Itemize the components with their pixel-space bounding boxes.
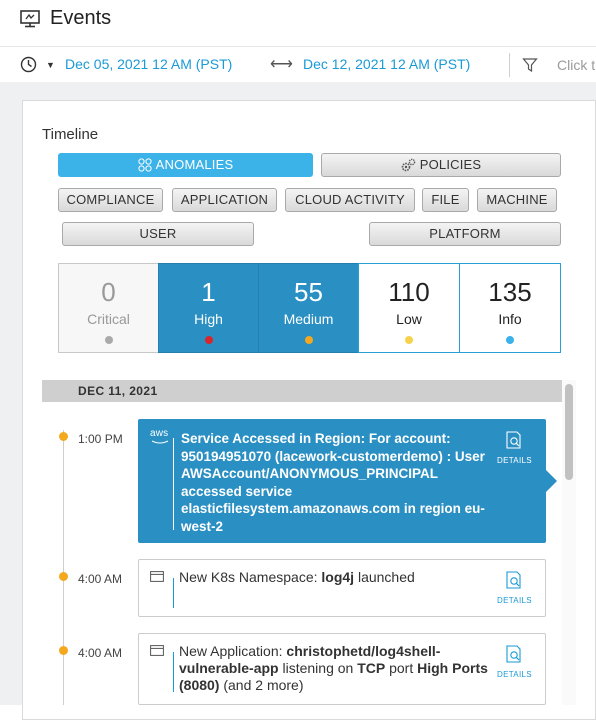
- day-header: DEC 11, 2021: [42, 380, 562, 402]
- start-date-picker[interactable]: Dec 05, 2021 12 AM (PST): [65, 56, 232, 72]
- event-card[interactable]: New K8s Namespace: log4j launched DETAIL…: [138, 559, 546, 617]
- details-label: DETAILS: [497, 596, 532, 605]
- card-divider: [173, 438, 174, 530]
- severity-info[interactable]: 135 Info: [459, 263, 561, 353]
- event-text-part: port: [385, 660, 418, 676]
- selection-pointer: [545, 469, 557, 493]
- details-icon: [506, 571, 521, 589]
- details-button[interactable]: DETAILS: [497, 430, 532, 465]
- event-card-selected[interactable]: aws Service Accessed in Region: For acco…: [138, 419, 557, 543]
- event-card[interactable]: New Application: christophetd/log4shell-…: [138, 633, 546, 705]
- severity-low[interactable]: 110 Low: [358, 263, 460, 353]
- severity-medium[interactable]: 55 Medium: [258, 263, 359, 353]
- event-marker: [59, 646, 68, 655]
- severity-count: 1: [201, 277, 216, 307]
- severity-count: 55: [294, 277, 323, 307]
- time-range-bar: ▼ Dec 05, 2021 12 AM (PST) ⟷ Dec 12, 202…: [0, 46, 596, 82]
- filter-user[interactable]: USER: [62, 222, 254, 246]
- details-icon: [506, 431, 521, 449]
- tab-policies[interactable]: POLICIES: [321, 153, 561, 177]
- event-description: Service Accessed in Region: For account:…: [181, 431, 485, 534]
- scrollbar-thumb[interactable]: [565, 384, 573, 480]
- page-header: Events: [0, 0, 596, 44]
- severity-dot: [204, 336, 213, 344]
- severity-count: 0: [101, 277, 116, 307]
- filter-application[interactable]: APPLICATION: [172, 188, 277, 212]
- event-text-part: (and 2 more): [219, 677, 304, 693]
- card-divider: [173, 578, 174, 608]
- tab-policies-label: POLICIES: [419, 157, 482, 172]
- divider: [509, 53, 510, 77]
- filter-compliance[interactable]: COMPLIANCE: [58, 188, 163, 212]
- severity-count: 135: [488, 277, 532, 307]
- severity-count: 110: [388, 277, 430, 307]
- event-description: New Application: christophetd/log4shell-…: [179, 643, 489, 694]
- details-button[interactable]: DETAILS: [497, 644, 532, 679]
- event-description: New K8s Namespace: log4j launched: [179, 569, 489, 586]
- details-button[interactable]: DETAILS: [497, 570, 532, 605]
- event-time: 4:00 AM: [78, 572, 123, 586]
- filter-platform[interactable]: PLATFORM: [369, 222, 561, 246]
- aws-smile-icon: [151, 440, 169, 444]
- severity-critical[interactable]: 0 Critical: [58, 263, 159, 353]
- card-divider: [173, 652, 174, 692]
- window-icon: [150, 571, 164, 582]
- severity-label: Medium: [283, 311, 334, 327]
- page-title: Events: [50, 7, 112, 29]
- event-marker: [59, 572, 68, 581]
- severity-label: Critical: [87, 311, 130, 327]
- day-header-label: DEC 11, 2021: [78, 384, 158, 398]
- severity-dot: [405, 336, 413, 344]
- tab-anomalies-label: ANOMALIES: [155, 157, 234, 172]
- event-time: 4:00 AM: [78, 646, 123, 660]
- severity-high[interactable]: 1 High: [158, 263, 259, 353]
- clock-icon[interactable]: [20, 56, 37, 73]
- event-text-part: listening on: [278, 660, 358, 676]
- event-text-part: New K8s Namespace:: [179, 569, 322, 585]
- filter-icon[interactable]: [522, 57, 538, 73]
- severity-label: Info: [498, 311, 522, 327]
- events-monitor-icon: [20, 10, 40, 28]
- aws-logo: aws: [150, 428, 169, 439]
- severity-dot: [104, 336, 113, 344]
- anomalies-icon: [138, 157, 152, 172]
- timeline-axis: [63, 430, 64, 705]
- severity-label: High: [194, 311, 223, 327]
- event-text-part: log4j: [321, 569, 355, 585]
- details-label: DETAILS: [497, 670, 532, 679]
- details-label: DETAILS: [497, 456, 532, 465]
- window-icon: [150, 645, 164, 656]
- severity-label: Low: [396, 311, 422, 327]
- filter-file[interactable]: FILE: [422, 188, 469, 212]
- event-time: 1:00 PM: [78, 432, 123, 446]
- end-date-picker[interactable]: Dec 12, 2021 12 AM (PST): [303, 56, 470, 72]
- filter-cloud-activity[interactable]: CLOUD ACTIVITY: [285, 188, 415, 212]
- chevron-down-icon[interactable]: ▼: [46, 60, 55, 70]
- severity-dot: [304, 336, 313, 344]
- severity-dot: [506, 336, 514, 344]
- filter-machine[interactable]: MACHINE: [477, 188, 557, 212]
- range-arrows-icon: ⟷: [270, 56, 293, 73]
- tab-anomalies[interactable]: ANOMALIES: [58, 153, 313, 177]
- event-text-part: TCP: [357, 660, 386, 676]
- details-icon: [506, 645, 521, 663]
- event-text-part: New Application:: [179, 643, 287, 659]
- event-marker: [59, 432, 68, 441]
- gears-icon: [401, 158, 416, 171]
- filter-input[interactable]: Click t: [557, 57, 595, 73]
- timeline-title: Timeline: [42, 126, 99, 143]
- event-text-part: launched: [354, 569, 415, 585]
